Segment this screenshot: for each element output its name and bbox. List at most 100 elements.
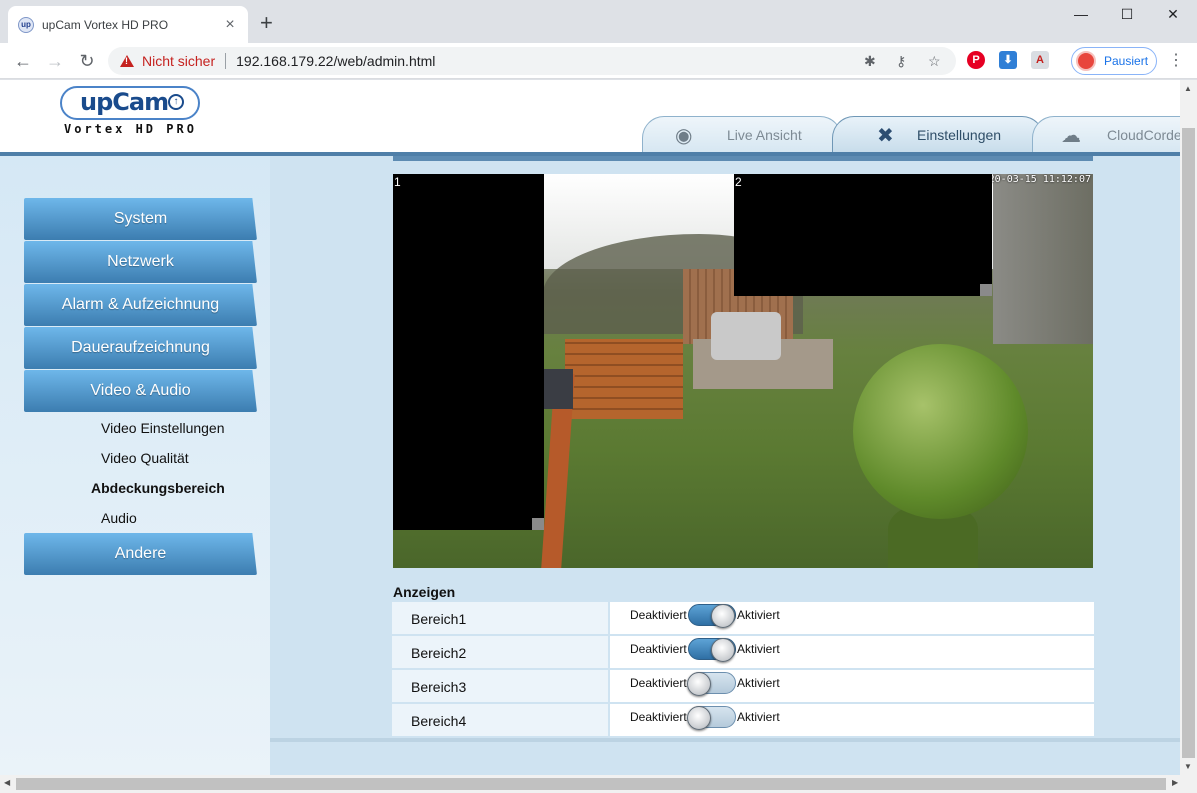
off-label: Deaktiviert xyxy=(630,642,687,656)
star-icon[interactable]: ☆ xyxy=(928,53,941,70)
on-label: Aktiviert xyxy=(737,710,780,724)
area-label: Bereich3 xyxy=(392,670,610,702)
sidebar-item-video-audio[interactable]: Video & Audio xyxy=(24,370,257,412)
scene-cover xyxy=(711,312,781,360)
tab-einstellungen[interactable]: ✖ Einstellungen xyxy=(832,116,1044,152)
subitem-audio[interactable]: Audio xyxy=(101,510,137,526)
address-bar[interactable]: Nicht sicher 192.168.179.22/web/admin.ht… xyxy=(108,47,956,75)
app-header: upCam ↑ Vortex HD PRO ◉ Live Ansicht ✖ E… xyxy=(0,80,1180,152)
toggle-knob xyxy=(711,638,735,662)
tab-label: Einstellungen xyxy=(917,126,1002,143)
sidebar-item-system[interactable]: System xyxy=(24,198,257,240)
sidebar-item-alarm[interactable]: Alarm & Aufzeichnung xyxy=(24,284,257,326)
scroll-left-icon[interactable]: ◀ xyxy=(4,778,10,787)
logo-arrow-icon: ↑ xyxy=(168,94,184,110)
vertical-scroll-thumb[interactable] xyxy=(1182,128,1195,758)
table-row: Bereich4 Deaktiviert Aktiviert xyxy=(392,704,1094,738)
profile-button[interactable]: Pausiert xyxy=(1071,47,1157,75)
off-label: Deaktiviert xyxy=(630,676,687,690)
horizontal-scroll-thumb[interactable] xyxy=(16,778,1166,790)
area-label: Bereich2 xyxy=(392,636,610,668)
favicon-icon: up xyxy=(18,16,34,33)
scroll-down-icon[interactable]: ▼ xyxy=(1184,762,1192,771)
area-toggle[interactable] xyxy=(687,672,736,696)
sidebar-item-andere[interactable]: Andere xyxy=(24,533,257,575)
logo-subtitle: Vortex HD PRO xyxy=(64,122,197,136)
omnibox-separator xyxy=(225,53,227,69)
sidebar: System Netzwerk Alarm & Aufzeichnung Dau… xyxy=(0,156,270,775)
area-toggle[interactable] xyxy=(688,604,736,628)
area-toggle-cell: Deaktiviert Aktiviert xyxy=(610,636,1094,668)
section-title: Anzeigen xyxy=(393,584,456,600)
on-label: Aktiviert xyxy=(737,676,780,690)
browser-tabstrip: up upCam Vortex HD PRO × + — ☐ ✕ xyxy=(0,0,1197,43)
on-label: Aktiviert xyxy=(737,608,780,622)
logo: upCam ↑ Vortex HD PRO xyxy=(60,82,202,140)
warning-icon xyxy=(120,55,134,67)
pdf-icon[interactable]: A xyxy=(1031,51,1049,69)
toggle-knob xyxy=(687,672,711,696)
privacy-mask-2[interactable]: 2 xyxy=(734,174,992,296)
mask-number: 2 xyxy=(735,175,742,189)
scroll-right-icon[interactable]: ▶ xyxy=(1172,778,1178,787)
area-toggle[interactable] xyxy=(687,706,736,730)
forward-icon[interactable]: → xyxy=(44,50,66,72)
reload-icon[interactable]: ↻ xyxy=(76,50,98,72)
new-tab-icon[interactable]: + xyxy=(260,12,273,34)
browser-toolbar: ← → ↻ Nicht sicher 192.168.179.22/web/ad… xyxy=(0,43,1197,79)
video-timestamp: 20-03-15 11:12:07 xyxy=(988,174,1091,185)
scene-planter xyxy=(565,339,683,419)
download-icon[interactable]: ⬇ xyxy=(999,51,1017,69)
content-top-strip xyxy=(393,156,1093,161)
tab-title: upCam Vortex HD PRO xyxy=(42,17,169,32)
maximize-icon[interactable]: ☐ xyxy=(1104,6,1150,26)
table-row: Bereich1 Deaktiviert Aktiviert xyxy=(392,602,1094,636)
subitem-video-einstellungen[interactable]: Video Einstellungen xyxy=(101,420,225,436)
vertical-scrollbar[interactable]: ▲ ▼ xyxy=(1180,80,1197,775)
minimize-icon[interactable]: — xyxy=(1058,6,1104,26)
horizontal-scrollbar[interactable]: ◀ ▶ xyxy=(0,775,1197,793)
scroll-up-icon[interactable]: ▲ xyxy=(1184,84,1192,93)
page: upCam ↑ Vortex HD PRO ◉ Live Ansicht ✖ E… xyxy=(0,80,1180,775)
content-bottom-border xyxy=(270,738,1180,742)
mask-resize-handle[interactable] xyxy=(532,518,544,530)
profile-label: Pausiert xyxy=(1104,54,1149,68)
cloud-icon: ☁ xyxy=(1061,125,1081,147)
menu-icon[interactable]: ⋮ xyxy=(1168,50,1184,70)
subitem-video-qualitaet[interactable]: Video Qualität xyxy=(101,450,189,466)
mask-resize-handle[interactable] xyxy=(980,284,992,296)
video-preview[interactable]: 20-03-15 11:12:07 1 2 xyxy=(393,174,1093,568)
tab-cloudcorder[interactable]: ☁ CloudCorder xyxy=(1032,116,1180,152)
avatar-icon xyxy=(1076,51,1096,71)
area-toggle-cell: Deaktiviert Aktiviert xyxy=(610,670,1094,702)
url-text[interactable]: 192.168.179.22/web/admin.html xyxy=(236,53,435,69)
security-label[interactable]: Nicht sicher xyxy=(142,53,215,69)
browser-tab[interactable]: up upCam Vortex HD PRO × xyxy=(8,6,248,43)
privacy-area-list: Bereich1 Deaktiviert Aktiviert Bereich2 … xyxy=(392,602,1094,738)
subitem-abdeckungsbereich[interactable]: Abdeckungsbereich xyxy=(91,480,225,496)
area-toggle-cell: Deaktiviert Aktiviert xyxy=(610,704,1094,736)
table-row: Bereich3 Deaktiviert Aktiviert xyxy=(392,670,1094,704)
close-tab-icon[interactable]: × xyxy=(222,16,238,34)
window-close-icon[interactable]: ✕ xyxy=(1150,6,1196,26)
pinterest-icon[interactable]: P xyxy=(967,51,985,69)
sidebar-item-netzwerk[interactable]: Netzwerk xyxy=(24,241,257,283)
mask-number: 1 xyxy=(394,175,401,189)
key-icon[interactable]: ⚷ xyxy=(896,53,906,70)
scene-bush xyxy=(853,344,1028,519)
area-toggle[interactable] xyxy=(688,638,736,662)
off-label: Deaktiviert xyxy=(630,608,687,622)
tab-live-ansicht[interactable]: ◉ Live Ansicht xyxy=(642,116,842,152)
scene-birdhouse xyxy=(543,369,573,409)
extension-blocked-icon[interactable]: ✱ xyxy=(864,53,876,70)
on-label: Aktiviert xyxy=(737,642,780,656)
area-label: Bereich1 xyxy=(392,602,610,634)
logo-brand: upCam xyxy=(80,88,169,116)
back-icon[interactable]: ← xyxy=(12,50,34,72)
tab-label: CloudCorder xyxy=(1107,126,1180,143)
toggle-knob xyxy=(687,706,711,730)
area-toggle-cell: Deaktiviert Aktiviert xyxy=(610,602,1094,634)
toggle-knob xyxy=(711,604,735,628)
privacy-mask-1[interactable]: 1 xyxy=(393,174,544,530)
sidebar-item-daueraufzeichnung[interactable]: Daueraufzeichnung xyxy=(24,327,257,369)
